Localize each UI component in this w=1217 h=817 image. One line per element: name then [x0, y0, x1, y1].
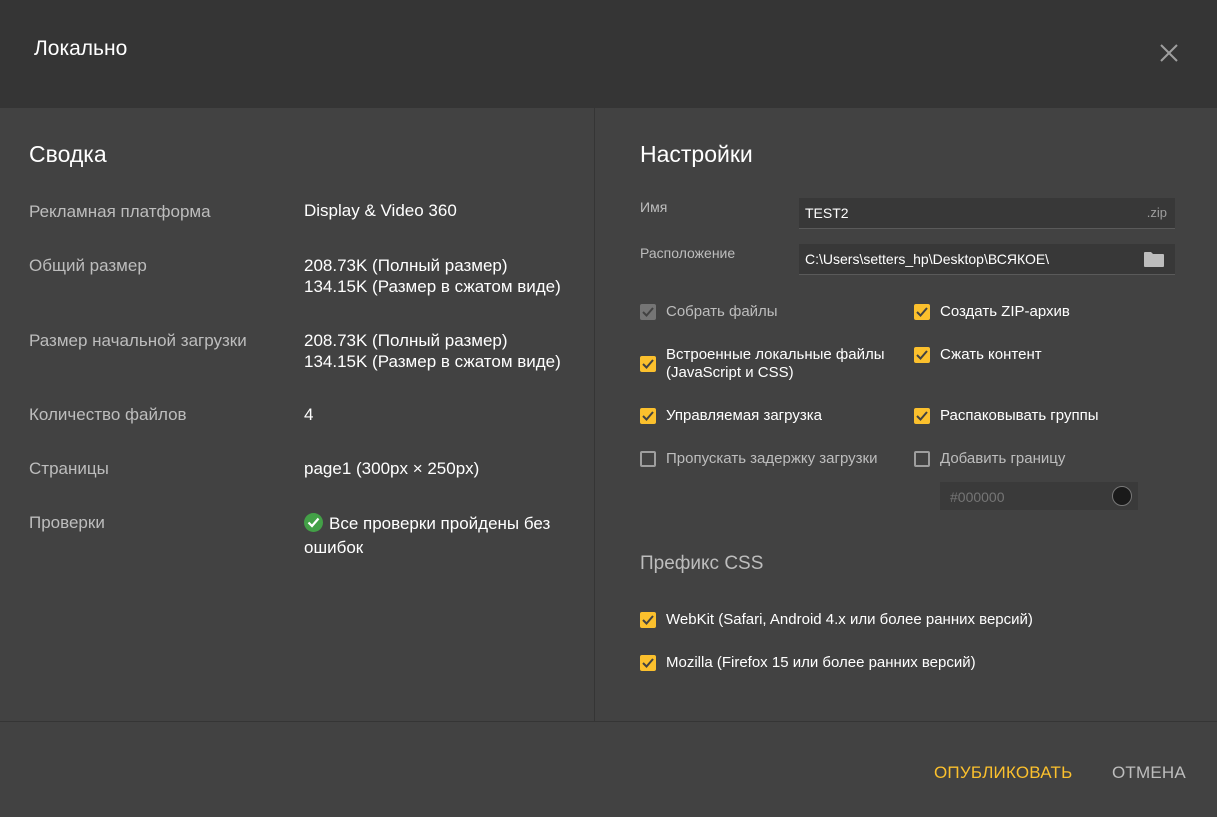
close-icon	[1160, 44, 1178, 62]
settings-heading: Настройки	[640, 141, 753, 167]
summary-label-ad-platform: Рекламная платформа	[29, 202, 211, 221]
location-input[interactable]	[799, 244, 1135, 274]
summary-label-file-count: Количество файлов	[29, 405, 187, 424]
summary-value-total-size: 208.73K (Полный размер) 134.15K (Размер …	[304, 255, 561, 297]
summary-heading: Сводка	[29, 141, 107, 167]
inline-local-files-label: Встроенные локальные файлы (JavaScript и…	[666, 346, 885, 382]
zip-suffix: .zip	[1146, 205, 1167, 220]
folder-icon[interactable]	[1143, 251, 1165, 273]
summary-value-checks: Все проверки пройдены без ошибок	[304, 512, 550, 560]
checkbox-checked-icon	[914, 408, 930, 424]
dialog-title: Локально	[34, 37, 128, 60]
collect-files-label: Собрать файлы	[666, 303, 778, 320]
checkbox-checked-icon	[640, 655, 656, 671]
total-size-compressed: 134.15K (Размер в сжатом виде)	[304, 277, 561, 296]
summary-value-initial-load: 208.73K (Полный размер) 134.15K (Размер …	[304, 330, 561, 372]
summary-label-initial-load: Размер начальной загрузки	[29, 331, 247, 350]
checkbox-checked-icon	[640, 356, 656, 372]
mozilla-label: Mozilla (Firefox 15 или более ранних вер…	[666, 654, 976, 671]
inline-local-files-line1: Встроенные локальные файлы	[666, 346, 885, 363]
webkit-label: WebKit (Safari, Android 4.x или более ра…	[666, 611, 1033, 628]
checkbox-checked-disabled-icon	[640, 304, 656, 320]
border-color-field	[940, 482, 1138, 512]
skip-load-delay-checkbox[interactable]: Пропускать задержку загрузки	[640, 450, 877, 468]
close-button[interactable]	[1154, 38, 1184, 68]
checkbox-unchecked-icon	[914, 451, 930, 467]
summary-label-total-size: Общий размер	[29, 256, 147, 275]
summary-value-pages: page1 (300px × 250px)	[304, 459, 480, 478]
check-circle-icon	[304, 513, 323, 532]
collect-files-checkbox[interactable]: Собрать файлы	[640, 303, 778, 321]
initial-load-compressed: 134.15K (Размер в сжатом виде)	[304, 352, 561, 371]
checkbox-checked-icon	[640, 408, 656, 424]
summary-value-ad-platform: Display & Video 360	[304, 201, 457, 220]
inline-local-files-checkbox[interactable]: Встроенные локальные файлы (JavaScript и…	[640, 346, 885, 382]
webkit-checkbox[interactable]: WebKit (Safari, Android 4.x или более ра…	[640, 611, 1033, 629]
create-zip-label: Создать ZIP-архив	[940, 303, 1070, 320]
unpack-groups-label: Распаковывать группы	[940, 407, 1099, 424]
summary-label-checks: Проверки	[29, 513, 105, 532]
checkbox-unchecked-icon	[640, 451, 656, 467]
total-size-full: 208.73K (Полный размер)	[304, 256, 508, 275]
summary-value-file-count: 4	[304, 405, 314, 424]
name-label: Имя	[640, 199, 668, 215]
add-border-label: Добавить границу	[940, 450, 1066, 467]
inline-local-files-line2: (JavaScript и CSS)	[666, 364, 794, 381]
initial-load-full: 208.73K (Полный размер)	[304, 331, 508, 350]
footer-divider	[0, 721, 1217, 722]
skip-load-delay-label: Пропускать задержку загрузки	[666, 450, 878, 467]
checkbox-checked-icon	[914, 347, 930, 363]
compress-content-checkbox[interactable]: Сжать контент	[914, 346, 1042, 364]
location-label: Расположение	[640, 245, 736, 261]
create-zip-checkbox[interactable]: Создать ZIP-архив	[914, 303, 1070, 321]
unpack-groups-checkbox[interactable]: Распаковывать группы	[914, 407, 1098, 425]
css-prefix-heading: Префикс CSS	[640, 553, 764, 574]
checks-status-line1: Все проверки пройдены без	[329, 514, 551, 533]
cancel-button[interactable]: ОТМЕНА	[1112, 763, 1186, 783]
name-field: .zip	[799, 198, 1175, 229]
compress-content-label: Сжать контент	[940, 346, 1042, 363]
mozilla-checkbox[interactable]: Mozilla (Firefox 15 или более ранних вер…	[640, 654, 976, 672]
column-divider	[594, 108, 595, 721]
dialog-header: Локально	[0, 0, 1217, 108]
checkbox-checked-icon	[914, 304, 930, 320]
managed-loading-checkbox[interactable]: Управляемая загрузка	[640, 407, 822, 425]
checks-status-line2: ошибок	[304, 538, 364, 557]
add-border-checkbox[interactable]: Добавить границу	[914, 450, 1065, 468]
border-color-input[interactable]	[940, 482, 1102, 512]
managed-loading-label: Управляемая загрузка	[666, 407, 822, 424]
location-field	[799, 244, 1175, 275]
checkbox-checked-icon	[640, 612, 656, 628]
color-swatch[interactable]	[1112, 486, 1132, 506]
publish-button[interactable]: ОПУБЛИКОВАТЬ	[934, 763, 1072, 783]
name-input[interactable]	[799, 198, 1135, 228]
summary-label-pages: Страницы	[29, 459, 109, 478]
